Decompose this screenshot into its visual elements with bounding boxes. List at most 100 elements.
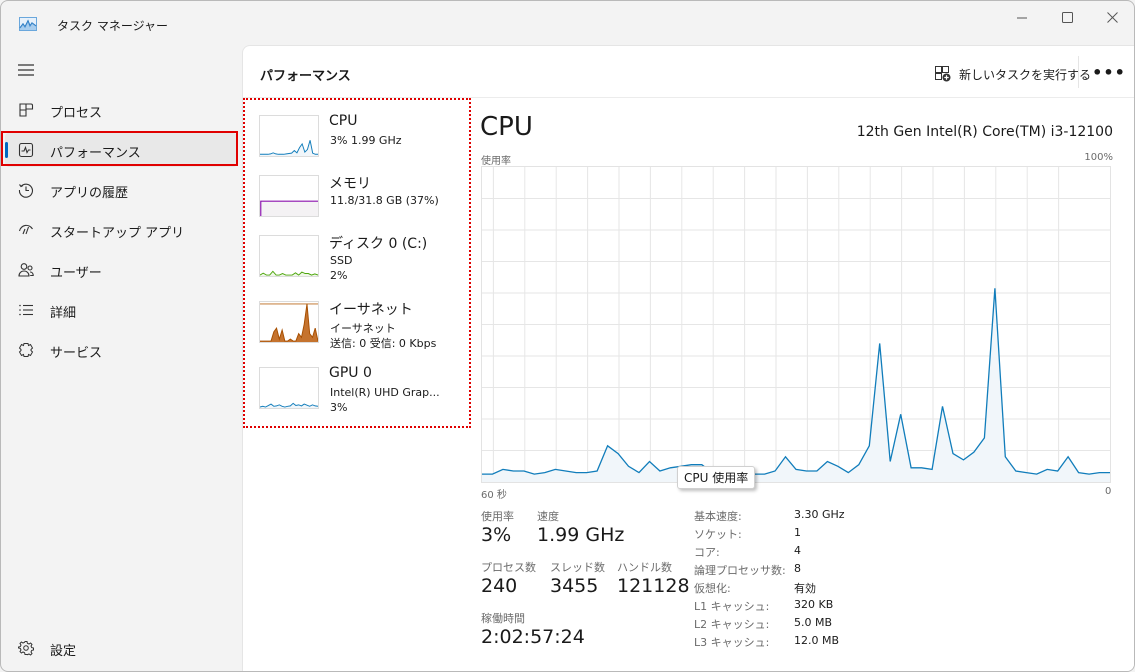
spec-value: 5.0 MB — [794, 616, 833, 629]
memory-thumbnail-graph — [259, 175, 319, 217]
spec-value: 12.0 MB — [794, 634, 840, 647]
device-detail: 送信: 0 受信: 0 Kbps — [330, 337, 437, 350]
sidebar-item-processes[interactable]: プロセス — [5, 93, 237, 127]
sidebar-item-app-history[interactable]: アプリの履歴 — [5, 173, 237, 207]
details-icon — [17, 301, 35, 319]
device-list: CPU 3% 1.99 GHz メモリ 11.8/31.8 GB (37%) デ… — [243, 98, 471, 428]
cpu-thumbnail-graph — [259, 115, 319, 157]
spec-key: L3 キャッシュ: — [694, 636, 770, 649]
sidebar-item-settings[interactable]: 設定 — [5, 631, 237, 665]
spec-key: ソケット: — [694, 528, 742, 541]
device-item-memory[interactable]: メモリ 11.8/31.8 GB (37%) — [259, 175, 469, 231]
performance-icon — [17, 141, 35, 159]
detail-title: CPU — [480, 112, 533, 142]
main-panel: パフォーマンス 新しいタスクを実行する ••• CPU 3% 1.99 GHz … — [242, 45, 1134, 671]
spec-value: 有効 — [794, 582, 816, 595]
spec-key: コア: — [694, 546, 720, 559]
sidebar-item-label: アプリの履歴 — [50, 186, 129, 201]
spec-key: L1 キャッシュ: — [694, 600, 770, 613]
minimize-icon — [1016, 17, 1027, 18]
chart-y-max-label: 100% — [1084, 152, 1113, 163]
chart-tooltip: CPU 使用率 — [677, 466, 756, 489]
sidebar-item-label: パフォーマンス — [50, 146, 141, 161]
sidebar-item-performance[interactable]: パフォーマンス — [5, 133, 237, 167]
startup-icon — [17, 221, 35, 239]
sidebar-item-label: サービス — [50, 346, 103, 361]
close-button[interactable] — [1089, 1, 1134, 33]
spec-key: L2 キャッシュ: — [694, 618, 770, 631]
device-name: メモリ — [329, 176, 371, 192]
run-task-label: 新しいタスクを実行する — [959, 67, 1092, 82]
cpu-usage-chart — [481, 166, 1111, 483]
more-options-icon: ••• — [1092, 62, 1126, 82]
processes-label: プロセス数 — [481, 561, 536, 574]
device-item-gpu[interactable]: GPU 0 Intel(R) UHD Grap... 3% — [259, 365, 469, 423]
device-detail: 11.8/31.8 GB (37%) — [330, 194, 439, 207]
sidebar-item-label: 設定 — [50, 644, 77, 659]
spec-value: 8 — [794, 562, 801, 575]
page-title: パフォーマンス — [260, 69, 351, 84]
chart-x-axis-left-label: 60 秒 — [481, 490, 507, 501]
sidebar-item-label: スタートアップ アプリ — [50, 226, 185, 241]
ethernet-thumbnail-graph — [259, 301, 319, 343]
maximize-button[interactable] — [1044, 1, 1090, 33]
more-options-button[interactable]: ••• — [1092, 60, 1126, 84]
device-item-ethernet[interactable]: イーサネット イーサネット 送信: 0 受信: 0 Kbps — [259, 301, 469, 357]
utilization-label: 使用率 — [481, 510, 514, 523]
spec-key: 仮想化: — [694, 582, 731, 595]
device-name: CPU — [329, 113, 358, 129]
device-item-disk[interactable]: ディスク 0 (C:) SSD 2% — [259, 235, 469, 291]
chart-x-axis-right-label: 0 — [1105, 486, 1112, 497]
handles-label: ハンドル数 — [617, 561, 672, 574]
speed-value: 1.99 GHz — [537, 524, 625, 546]
cpu-usage-area — [482, 288, 1110, 482]
cpu-usage-line — [482, 288, 1110, 475]
sidebar-item-label: プロセス — [50, 106, 103, 121]
run-task-icon — [935, 66, 951, 82]
header-divider — [1078, 56, 1079, 88]
device-detail: 2% — [330, 269, 348, 282]
sidebar-item-users[interactable]: ユーザー — [5, 253, 237, 287]
task-manager-app-icon — [19, 17, 37, 31]
handles-value: 121128 — [617, 575, 690, 597]
threads-value: 3455 — [550, 575, 599, 597]
run-new-task-button[interactable]: 新しいタスクを実行する — [935, 63, 1091, 85]
task-manager-window: タスク マネージャー プロセス パフォーマンス アプリの履歴 スタートアップ ア… — [0, 0, 1135, 672]
sidebar: プロセス パフォーマンス アプリの履歴 スタートアップ アプリ ユーザー 詳細 … — [1, 45, 242, 671]
spec-value: 3.30 GHz — [794, 508, 845, 521]
close-icon — [1106, 11, 1118, 23]
history-icon — [17, 181, 35, 199]
uptime-value: 2:02:57:24 — [481, 626, 585, 648]
spec-value: 1 — [794, 526, 801, 539]
disk-usage-line — [260, 270, 318, 276]
uptime-label: 稼働時間 — [481, 612, 525, 625]
spec-key: 基本速度: — [694, 510, 742, 523]
services-icon — [17, 341, 35, 359]
cpu-detail-pane: CPU 12th Gen Intel(R) Core(TM) i3-12100 … — [480, 98, 1134, 671]
settings-gear-icon — [17, 639, 35, 657]
spec-value: 320 KB — [794, 598, 834, 611]
ethernet-usage-area — [260, 303, 318, 342]
threads-label: スレッド数 — [550, 561, 605, 574]
sidebar-item-startup-apps[interactable]: スタートアップ アプリ — [5, 213, 237, 247]
processes-icon — [17, 101, 35, 119]
device-detail: イーサネット — [330, 322, 396, 335]
device-name: ディスク 0 (C:) — [329, 236, 428, 252]
spec-value: 4 — [794, 544, 801, 557]
device-name: GPU 0 — [329, 365, 372, 381]
hamburger-menu-icon[interactable] — [17, 61, 35, 79]
minimize-button[interactable] — [999, 1, 1045, 33]
gpu-thumbnail-graph — [259, 367, 319, 409]
device-detail: 3% 1.99 GHz — [330, 134, 402, 147]
sidebar-item-label: ユーザー — [50, 266, 102, 281]
speed-label: 速度 — [537, 510, 559, 523]
sidebar-item-services[interactable]: サービス — [5, 333, 237, 367]
sidebar-item-details[interactable]: 詳細 — [5, 293, 237, 327]
processes-value: 240 — [481, 575, 518, 597]
device-item-cpu[interactable]: CPU 3% 1.99 GHz — [259, 113, 469, 171]
device-detail: Intel(R) UHD Grap... — [330, 386, 440, 399]
disk-thumbnail-graph — [259, 235, 319, 277]
cpu-usage-chart-svg — [482, 167, 1110, 482]
spec-key: 論理プロセッサ数: — [694, 564, 786, 577]
sidebar-item-label: 詳細 — [50, 306, 77, 321]
